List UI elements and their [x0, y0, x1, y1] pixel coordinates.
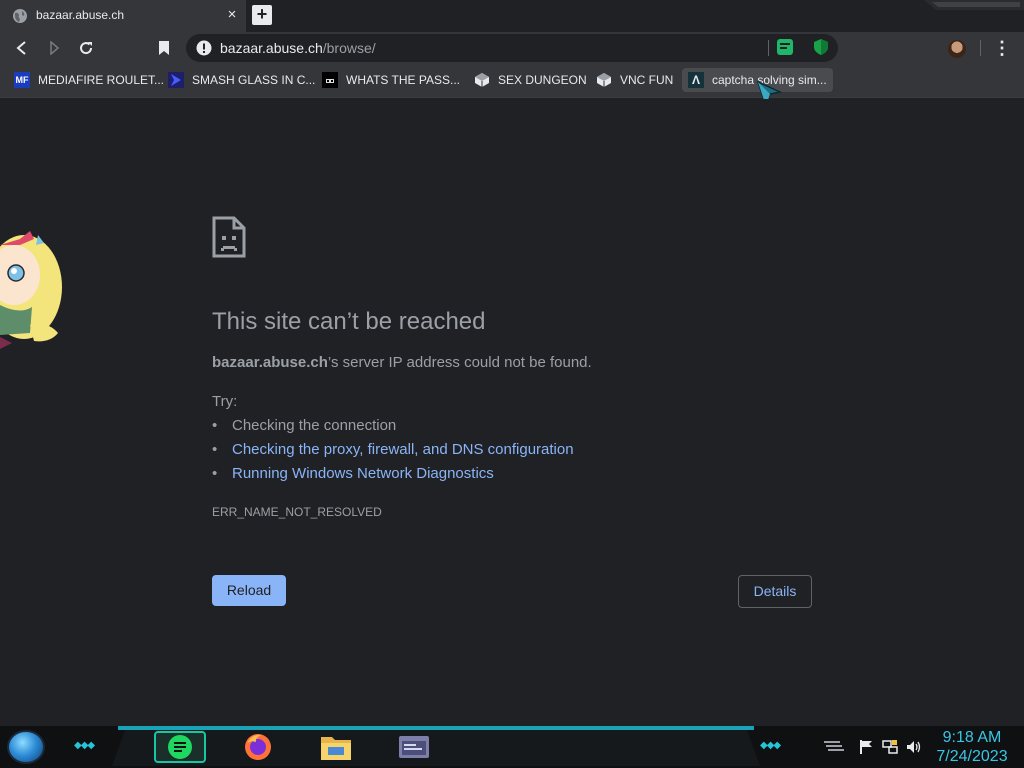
bookmark-item[interactable]: WHATS THE PASS...: [316, 68, 466, 92]
suggestion-network-diagnostics-link[interactable]: Running Windows Network Diagnostics: [212, 465, 494, 483]
shield-extension-icon[interactable]: [812, 38, 830, 56]
taskbar: ◆◆◆ ◆◆◆ 9:18 AM 7/24/2023: [0, 726, 1024, 768]
bookmark-label: VNC FUN: [620, 73, 674, 87]
back-button[interactable]: [10, 36, 34, 60]
chevron-icon: [168, 72, 184, 88]
tab-close-icon[interactable]: ×: [224, 7, 240, 23]
bookmark-label: MEDIAFIRE ROULET...: [38, 73, 165, 87]
address-bar-divider: [768, 40, 769, 56]
file-explorer-icon: [321, 737, 351, 760]
page-content: This site can’t be reached bazaar.abuse.…: [0, 99, 1024, 726]
sad-page-icon: [212, 216, 246, 258]
mask-icon: [322, 72, 338, 88]
taskbar-glow-line: [118, 726, 754, 730]
url-text[interactable]: bazaar.abuse.ch/browse/: [220, 41, 376, 55]
globe-icon: [13, 9, 27, 23]
info-warning-icon[interactable]: [196, 40, 212, 56]
reload-icon: [80, 42, 93, 55]
bookmarks-bar: MF MEDIAFIRE ROULET... SMASH GLASS IN C.…: [0, 64, 1024, 108]
error-description: bazaar.abuse.ch’s server IP address coul…: [212, 354, 592, 372]
mediafire-icon: MF: [14, 72, 30, 88]
bookmark-item[interactable]: VNC FUN: [590, 68, 679, 92]
cube-icon: [475, 73, 489, 87]
decor-chevrons-left: ◆◆◆: [74, 740, 95, 751]
flag-icon[interactable]: [858, 739, 874, 755]
clock-date: 7/24/2023: [936, 748, 1008, 765]
tab-title: bazaar.abuse.ch: [36, 8, 125, 22]
browser-toolbar: bazaar.abuse.ch/browse/ ⋮: [0, 32, 1024, 64]
toolbar-divider: [980, 40, 981, 56]
notes-extension-icon[interactable]: [776, 38, 794, 56]
new-tab-button[interactable]: +: [252, 5, 272, 25]
firefox-icon: [245, 734, 271, 760]
forward-button[interactable]: [42, 36, 66, 60]
menu-button[interactable]: ⋮: [990, 36, 1014, 60]
reload-toolbar-button[interactable]: [74, 36, 98, 60]
firefox-taskbar-button[interactable]: [232, 731, 284, 763]
taskbar-clock[interactable]: 9:18 AM 7/24/2023: [928, 728, 1016, 766]
window-app-icon: [399, 736, 429, 758]
volume-icon[interactable]: [906, 739, 922, 755]
bookmark-item[interactable]: SEX DUNGEON: [468, 68, 593, 92]
browser-window: bazaar.abuse.ch × + bazaar.abuse.ch/brow…: [0, 0, 1024, 768]
reload-button[interactable]: Reload: [212, 575, 286, 606]
bookmark-label: SEX DUNGEON: [498, 73, 587, 87]
details-button[interactable]: Details: [738, 575, 812, 608]
suggestion-check-proxy-link[interactable]: Checking the proxy, firewall, and DNS co…: [212, 441, 574, 459]
window-frame-decoration: [924, 0, 1024, 10]
lambda-icon: Λ: [688, 72, 704, 88]
bookmark-label: WHATS THE PASS...: [346, 73, 461, 87]
window-app-taskbar-button[interactable]: [388, 731, 440, 763]
error-code: ERR_NAME_NOT_RESOLVED: [212, 505, 382, 519]
tab-strip: bazaar.abuse.ch × +: [0, 0, 1024, 32]
url-host: bazaar.abuse.ch: [220, 40, 323, 56]
forward-arrow-icon: [50, 41, 60, 55]
error-title: This site can’t be reached: [212, 308, 486, 335]
file-explorer-taskbar-button[interactable]: [310, 731, 362, 763]
start-button[interactable]: [7, 730, 45, 764]
try-label: Try:: [212, 393, 238, 410]
cartoon-sticker-image: [0, 231, 62, 349]
address-bar[interactable]: bazaar.abuse.ch/browse/: [186, 34, 838, 62]
url-path: /browse/: [322, 40, 376, 56]
bookmark-icon: [159, 41, 169, 55]
show-hidden-icons-icon[interactable]: [822, 740, 844, 754]
clock-time: 9:18 AM: [942, 729, 1002, 746]
active-tab[interactable]: bazaar.abuse.ch ×: [0, 0, 246, 32]
network-icon[interactable]: [882, 739, 898, 755]
error-message: ’s server IP address could not be found.: [327, 354, 592, 371]
error-host: bazaar.abuse.ch: [212, 354, 328, 371]
decor-chevrons-right: ◆◆◆: [760, 740, 781, 751]
profile-avatar[interactable]: [948, 40, 966, 58]
bookmark-manager-button[interactable]: [152, 36, 176, 60]
back-arrow-icon: [16, 41, 26, 55]
cube-icon: [597, 73, 611, 87]
spotify-icon: [168, 735, 192, 759]
bookmark-item[interactable]: MF MEDIAFIRE ROULET...: [8, 68, 170, 92]
bookmark-label: SMASH GLASS IN C...: [192, 73, 316, 87]
spotify-taskbar-button[interactable]: [154, 731, 206, 763]
suggestion-check-connection: Checking the connection: [212, 417, 396, 435]
bookmark-item[interactable]: SMASH GLASS IN C...: [162, 68, 321, 92]
